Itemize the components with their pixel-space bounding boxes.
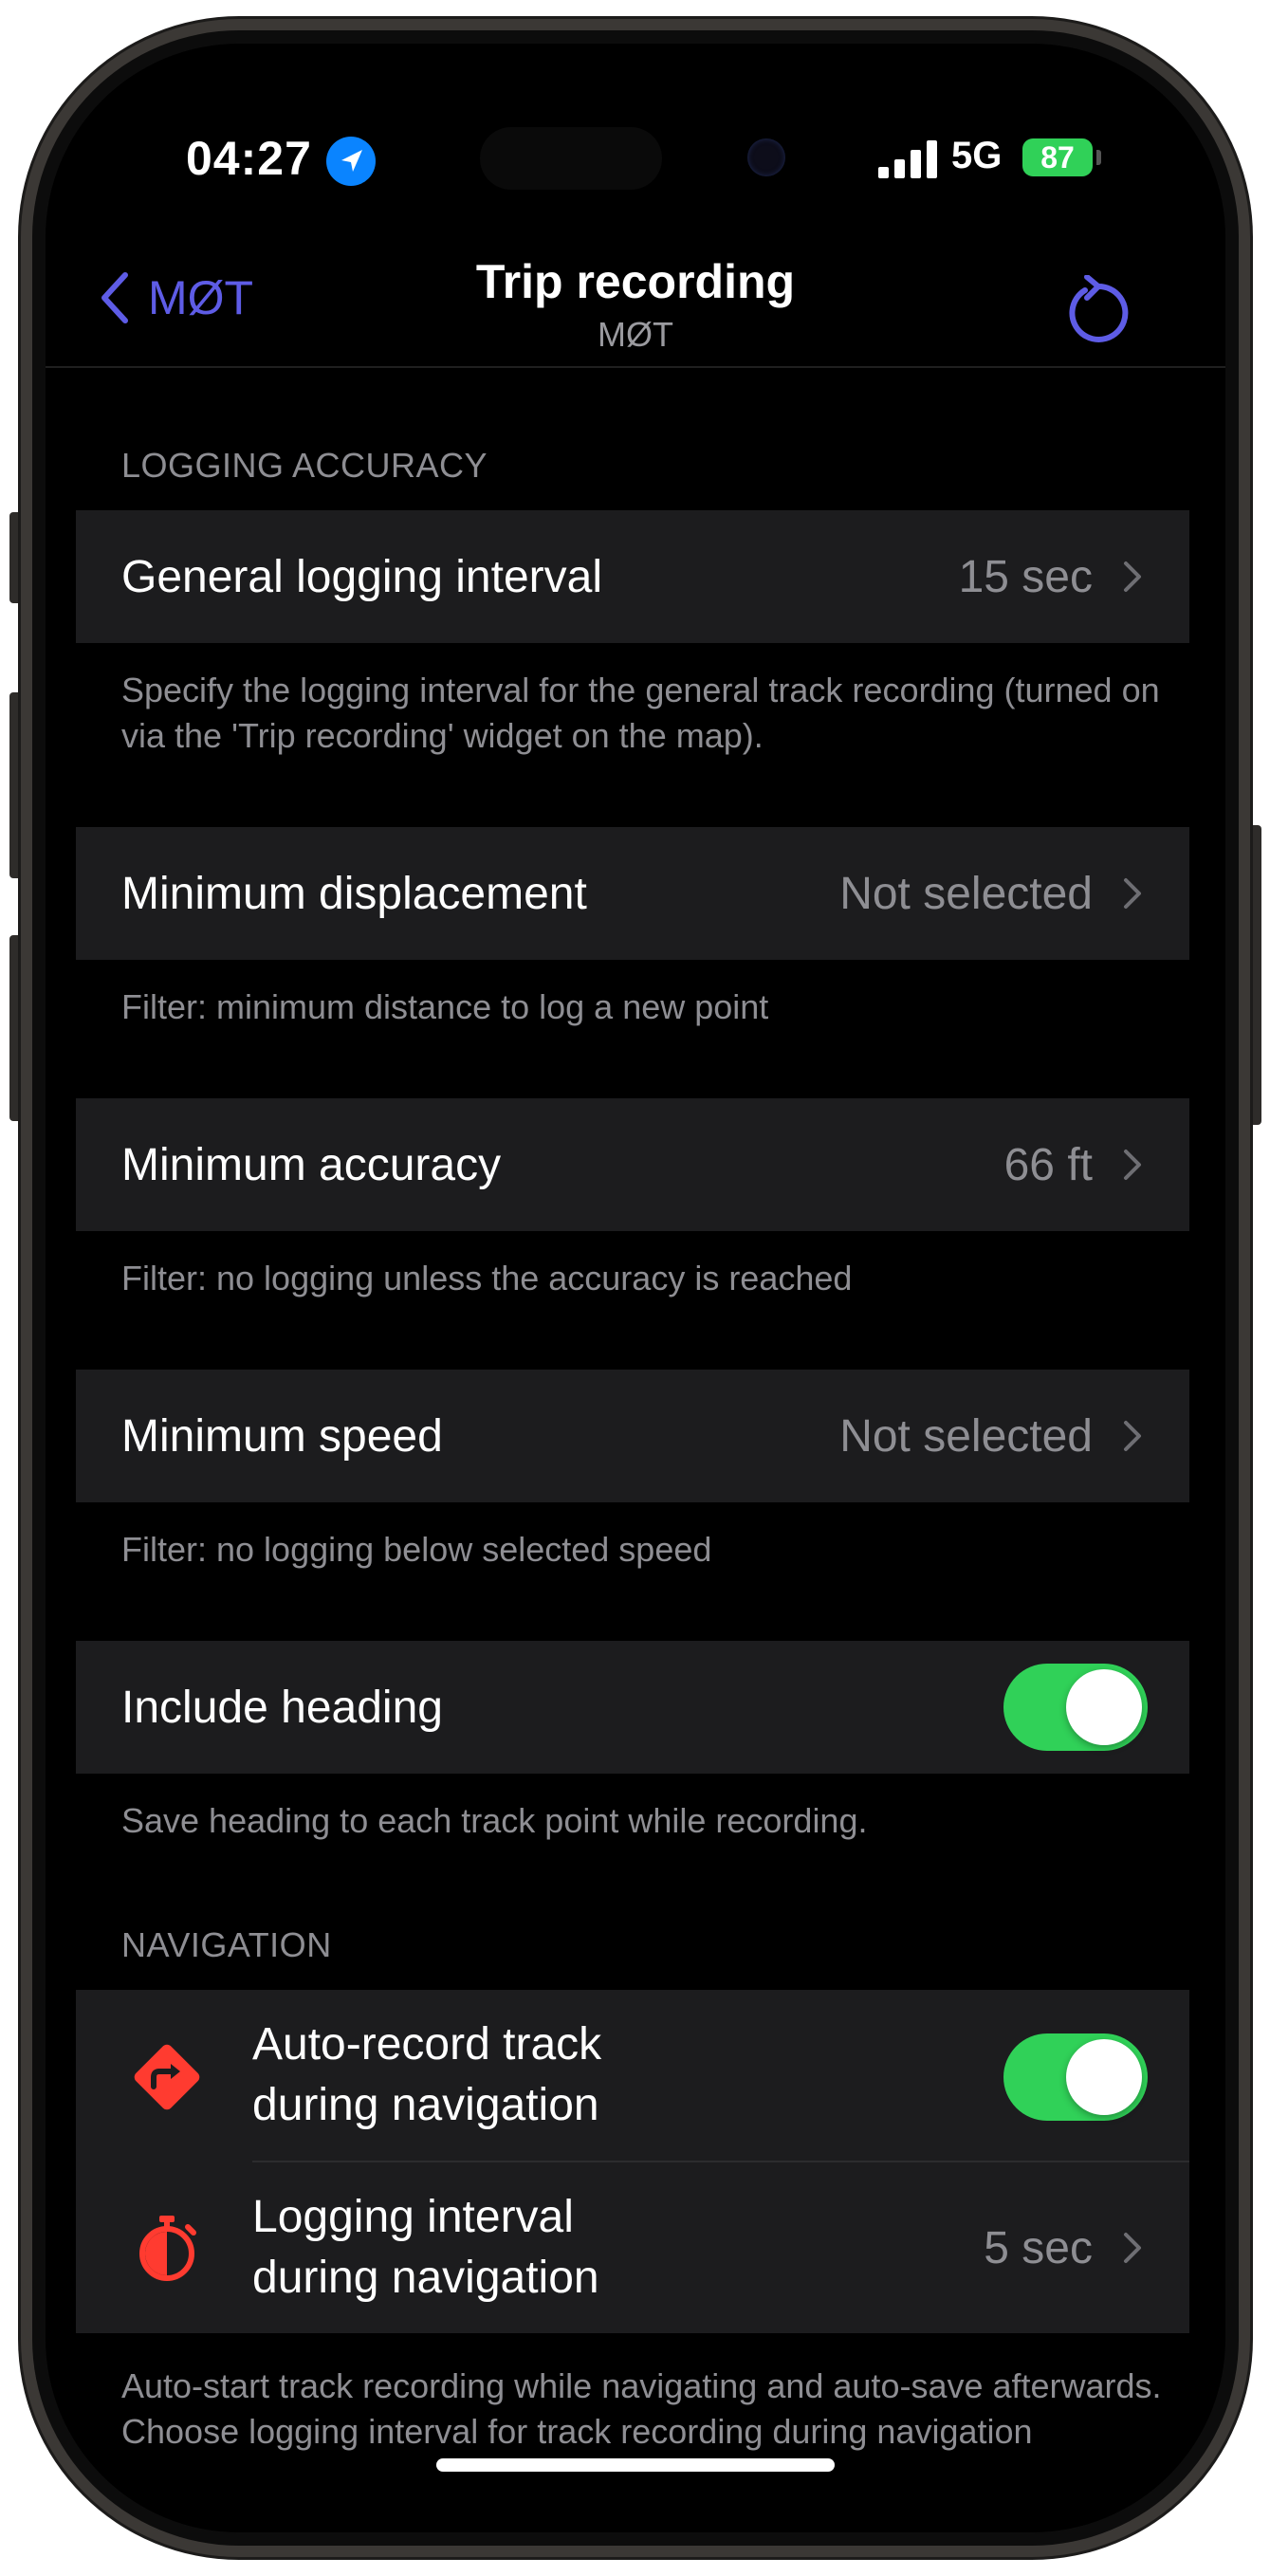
general-logging-interval-footer: Specify the logging interval for the gen… (121, 671, 1160, 755)
logging-interval-navigation-row[interactable]: Logging interval during navigation 5 sec (76, 2162, 1189, 2333)
minimum-speed-row[interactable]: Minimum speed Not selected (76, 1370, 1189, 1502)
battery-icon: 87 (1022, 138, 1093, 176)
minimum-accuracy-row[interactable]: Minimum accuracy 66 ft (76, 1098, 1189, 1231)
navigation-bar: MØT Trip recording MØT (46, 233, 1225, 368)
status-bar: 04:27 5G 87 (46, 44, 1225, 233)
row-label: General logging interval (121, 551, 602, 602)
row-label: Include heading (121, 1682, 443, 1733)
location-arrow-icon (326, 137, 376, 186)
general-logging-interval-row[interactable]: General logging interval 15 sec (76, 510, 1189, 643)
battery-percent: 87 (1040, 140, 1075, 175)
auto-record-toggle[interactable] (1003, 2033, 1148, 2121)
front-camera (747, 138, 785, 176)
section-header-navigation: NAVIGATION (121, 1925, 332, 1964)
section-header-logging-accuracy: LOGGING ACCURACY (121, 446, 488, 485)
row-label: Minimum speed (121, 1410, 443, 1462)
page-subtitle: MØT (598, 315, 673, 354)
minimum-accuracy-footer: Filter: no logging unless the accuracy i… (121, 1259, 853, 1297)
minimum-speed-footer: Filter: no logging below selected speed (121, 1530, 712, 1569)
network-type: 5G (951, 135, 1003, 176)
stopwatch-icon (127, 2208, 207, 2288)
logging-interval-line1: Logging interval (252, 2192, 574, 2242)
chevron-right-icon (1124, 561, 1141, 592)
chevron-right-icon (1124, 1421, 1141, 1451)
row-label: Minimum accuracy (121, 1139, 502, 1190)
row-label: Minimum displacement (121, 868, 587, 919)
row-value: Not selected (839, 1410, 1093, 1462)
row-value: 66 ft (1003, 1139, 1093, 1190)
turn-sign-icon (127, 2037, 207, 2117)
home-indicator[interactable] (436, 2458, 835, 2472)
screen: 04:27 5G 87 MØT Trip recording MØT LOGGI… (46, 44, 1225, 2532)
auto-record-line2: during navigation (252, 2080, 599, 2130)
logging-interval-label: Logging interval during navigation (252, 2187, 599, 2309)
row-value: 5 sec (984, 2222, 1093, 2273)
row-value: 15 sec (958, 551, 1093, 602)
dynamic-island (480, 127, 662, 190)
include-heading-row: Include heading (76, 1641, 1189, 1774)
navigation-group: Auto-record track during navigation Logg… (76, 1990, 1189, 2333)
chevron-right-icon (1124, 878, 1141, 909)
minimum-displacement-row[interactable]: Minimum displacement Not selected (76, 827, 1189, 960)
logging-interval-line2: during navigation (252, 2253, 599, 2303)
include-heading-footer: Save heading to each track point while r… (121, 1801, 868, 1840)
battery-nub (1096, 150, 1101, 165)
chevron-right-icon (1124, 2233, 1141, 2263)
signal-strength-icon (878, 138, 939, 178)
page-title: Trip recording (475, 255, 796, 308)
chevron-right-icon (1124, 1150, 1141, 1180)
auto-record-label: Auto-record track during navigation (252, 2015, 601, 2136)
reset-icon[interactable] (1066, 275, 1131, 345)
status-time: 04:27 (186, 132, 312, 185)
auto-record-line1: Auto-record track (252, 2019, 602, 2070)
include-heading-toggle[interactable] (1003, 1664, 1148, 1751)
toggle-knob (1066, 2039, 1142, 2115)
minimum-displacement-footer: Filter: minimum distance to log a new po… (121, 987, 769, 1026)
navigation-footer: Auto-start track recording while navigat… (121, 2366, 1162, 2451)
row-value: Not selected (839, 868, 1093, 919)
power-button (1248, 825, 1261, 1125)
toggle-knob (1066, 1669, 1142, 1745)
